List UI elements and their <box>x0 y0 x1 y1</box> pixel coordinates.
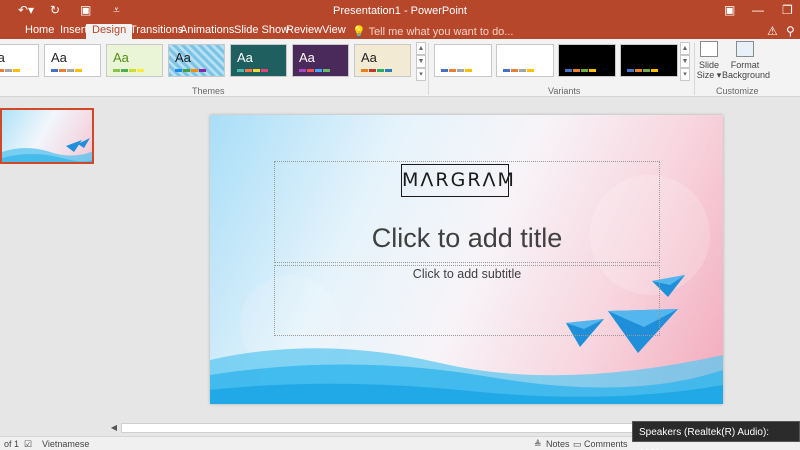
variant-thumbnail[interactable] <box>620 44 678 77</box>
theme-preview-text: Aa <box>51 50 67 65</box>
slide-size-label-1: Slide <box>698 60 719 70</box>
theme-thumbnail[interactable]: Aa <box>0 44 39 77</box>
tab-file-partial[interactable] <box>0 24 7 39</box>
ribbon-display-options-icon[interactable]: ▣ <box>724 3 735 17</box>
more-icon[interactable]: ▾ <box>416 68 426 81</box>
theme-color-swatches <box>0 69 20 72</box>
variant-thumbnail[interactable] <box>496 44 554 77</box>
title-bar: ↶▾ ↻ ▣ ⩡ Presentation1 - PowerPoint ▣ — … <box>0 0 800 22</box>
group-divider <box>428 43 429 95</box>
format-background-icon <box>736 41 754 57</box>
scroll-up-icon[interactable]: ▲ <box>680 42 690 55</box>
variant-thumbnail[interactable] <box>434 44 492 77</box>
variant-color-swatches <box>627 69 658 72</box>
slide-editing-area: MΛRGRΛM Click to add title Click to add … <box>107 97 800 421</box>
lightbulb-icon: 💡 <box>352 26 366 38</box>
slide-thumbnail-pane <box>0 97 107 437</box>
comments-icon: ▭ <box>573 439 582 449</box>
format-background-button[interactable]: Format Background <box>722 41 771 80</box>
notes-icon: ≜ <box>534 439 542 449</box>
theme-thumbnail[interactable]: Aa <box>292 44 349 77</box>
slide-size-label-2: Size ▾ <box>696 70 722 80</box>
slide-thumbnail-1[interactable] <box>0 108 94 164</box>
theme-preview-text: Aa <box>299 50 315 65</box>
minimize-button[interactable]: — <box>752 3 764 17</box>
variant-thumbnail[interactable] <box>558 44 616 77</box>
language-indicator[interactable]: Vietnamese <box>42 439 89 449</box>
subtitle-placeholder-text[interactable]: Click to add subtitle <box>274 267 660 281</box>
theme-preview-text: Aa <box>0 50 5 65</box>
volume-tooltip: Speakers (Realtek(R) Audio): 100% <box>632 421 800 450</box>
slide-size-button[interactable]: Slide Size ▾ <box>696 41 722 80</box>
title-placeholder-text[interactable]: Click to add title <box>274 223 660 254</box>
scroll-up-icon[interactable]: ▲ <box>416 42 426 55</box>
restore-button[interactable]: ❐ <box>782 3 793 17</box>
paper-plane-icon <box>66 140 82 152</box>
spell-check-icon[interactable]: ☑ <box>24 439 32 450</box>
themes-group-label: Themes <box>192 86 225 96</box>
format-background-label-1: Format <box>730 60 760 70</box>
variants-gallery-scroll[interactable]: ▲ ▼ ▾ <box>680 42 690 82</box>
ribbon-design: Aa Aa Aa Aa Aa Aa Aa ▲ ▼ ▾ Themes ▲ ▼ ▾ Varian… <box>0 39 800 97</box>
scroll-down-icon[interactable]: ▼ <box>416 55 426 68</box>
theme-preview-text: Aa <box>175 50 191 65</box>
tab-view[interactable]: View <box>316 24 352 39</box>
variant-color-swatches <box>441 69 472 72</box>
theme-thumbnail[interactable]: Aa <box>230 44 287 77</box>
warning-icon[interactable]: ⚠ <box>767 24 778 38</box>
theme-color-swatches <box>299 69 330 72</box>
more-icon[interactable]: ▾ <box>680 68 690 81</box>
scroll-left-icon[interactable]: ◀ <box>108 422 120 434</box>
format-background-label-2: Background <box>722 70 771 80</box>
account-icon[interactable]: ⚲ <box>786 24 795 38</box>
variant-color-swatches <box>565 69 596 72</box>
tell-me-box[interactable]: 💡 Tell me what you want to do... <box>352 25 513 38</box>
comments-button[interactable]: Comments <box>584 439 628 449</box>
variant-color-swatches <box>503 69 534 72</box>
theme-preview-text: Aa <box>237 50 253 65</box>
theme-thumbnail[interactable]: Aa <box>168 44 225 77</box>
theme-thumbnail[interactable]: Aa <box>106 44 163 77</box>
theme-thumbnail[interactable]: Aa <box>44 44 101 77</box>
theme-color-swatches <box>51 69 82 72</box>
group-divider <box>694 43 695 95</box>
margram-logo: MΛRGRΛM <box>401 164 514 197</box>
thumbnail-graphics <box>2 138 92 162</box>
notes-button[interactable]: Notes <box>546 439 570 449</box>
theme-color-swatches <box>361 69 392 72</box>
slide-size-icon <box>700 41 718 57</box>
window-title: Presentation1 - PowerPoint <box>333 5 467 17</box>
theme-color-swatches <box>175 69 206 72</box>
variants-group-label: Variants <box>548 86 581 96</box>
slide-canvas[interactable]: MΛRGRΛM Click to add title Click to add … <box>210 115 723 404</box>
themes-gallery-scroll[interactable]: ▲ ▼ ▾ <box>416 42 426 82</box>
scroll-down-icon[interactable]: ▼ <box>680 55 690 68</box>
customize-group-label: Customize <box>716 86 759 96</box>
tell-me-text: Tell me what you want to do... <box>368 26 514 38</box>
theme-color-swatches <box>113 69 144 72</box>
ribbon-tabs: Home Insert Design Transitions Animation… <box>0 22 800 39</box>
theme-color-swatches <box>237 69 268 72</box>
theme-preview-text: Aa <box>361 50 377 65</box>
theme-thumbnail[interactable]: Aa <box>354 44 411 77</box>
theme-preview-text: Aa <box>113 50 129 65</box>
slide-count: of 1 <box>4 439 20 449</box>
